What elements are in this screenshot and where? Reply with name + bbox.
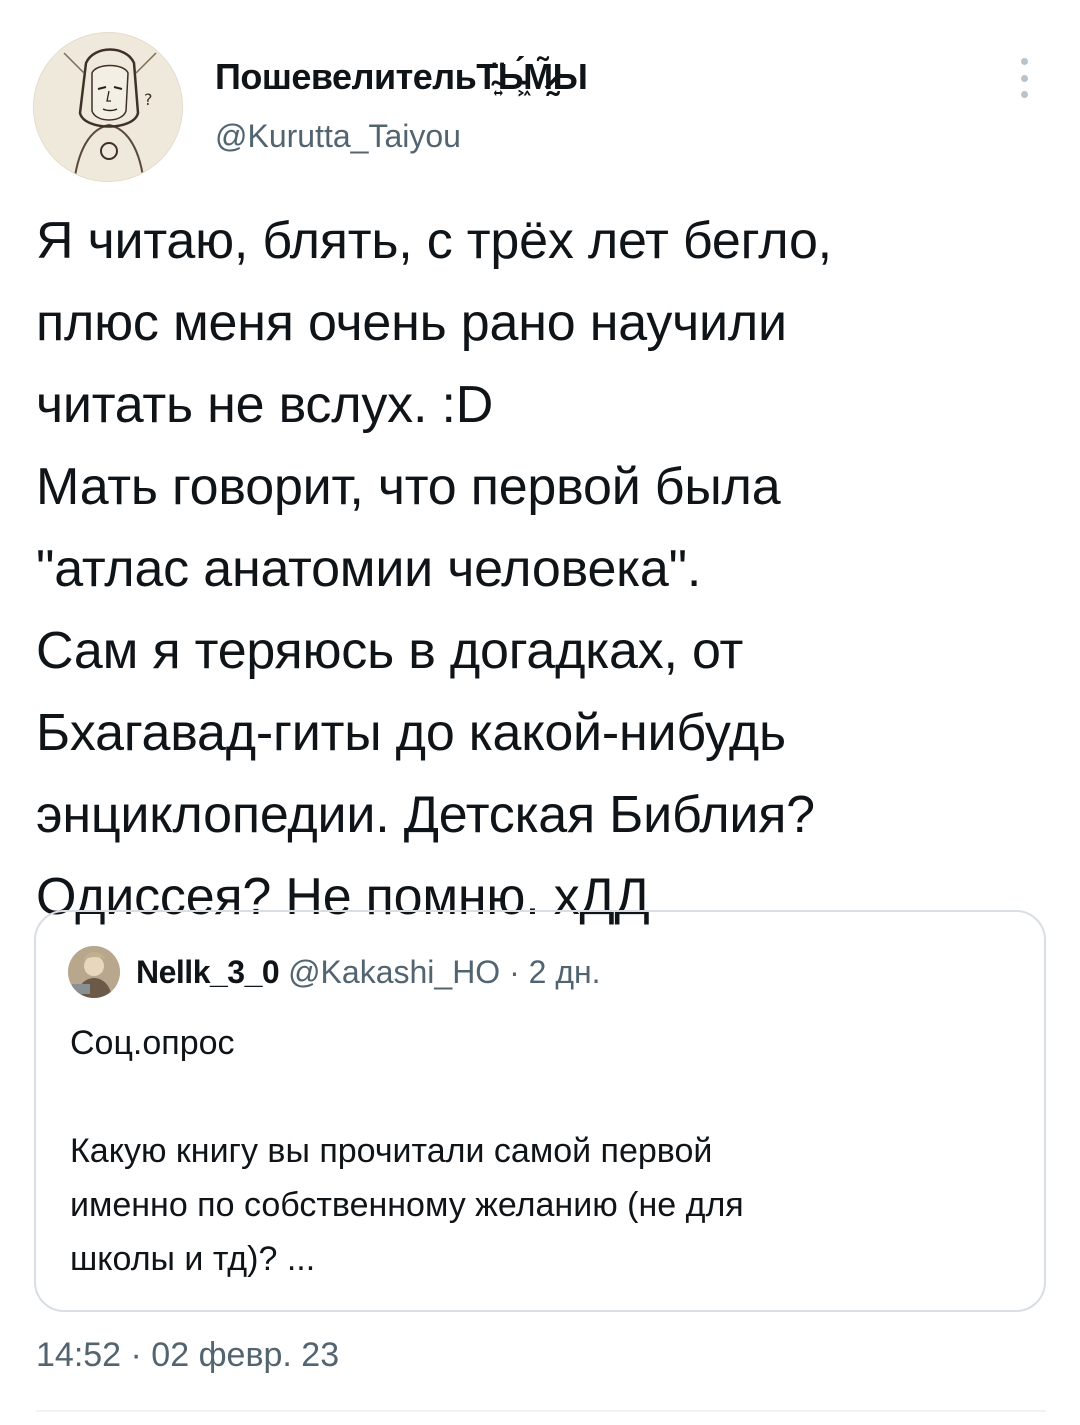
dot-icon bbox=[1020, 74, 1028, 82]
dot-icon bbox=[1020, 91, 1028, 98]
tweet-timestamp[interactable]: 14:52 · 02 февр. 23 bbox=[36, 1336, 339, 1375]
divider bbox=[36, 1410, 1046, 1412]
svg-text:?: ? bbox=[144, 90, 153, 109]
author-name[interactable]: ПошевелительТ̴͍̈Ь̵͖́М̷̰̃Ы bbox=[215, 56, 588, 98]
more-vertical-icon[interactable] bbox=[1012, 58, 1036, 98]
dot-icon bbox=[1020, 58, 1028, 65]
quoted-tweet[interactable]: Nellk_3_0 @Kakashi_HO · 2 дн. Соц.опрос … bbox=[34, 910, 1046, 1312]
author-handle[interactable]: @Kurutta_Taiyou bbox=[215, 118, 461, 155]
tweet: ? ПошевелительТ̴͍̈Ь̵͖́М̷̰̃Ы @Kurutta_Tai… bbox=[0, 0, 1080, 1425]
avatar-icon bbox=[68, 946, 120, 998]
quoted-author-handle[interactable]: @Kakashi_HO bbox=[288, 954, 500, 990]
author-avatar[interactable]: ? bbox=[33, 32, 183, 182]
quoted-author-avatar[interactable] bbox=[68, 946, 120, 998]
avatar-icon: ? bbox=[34, 33, 182, 181]
quoted-text: Соц.опрос Какую книгу вы прочитали самой… bbox=[70, 1024, 744, 1278]
tweet-text: Я читаю, блять, с трёх лет бегло, плюс м… bbox=[36, 212, 832, 926]
quoted-header: Nellk_3_0 @Kakashi_HO · 2 дн. bbox=[136, 952, 601, 992]
quoted-author-name[interactable]: Nellk_3_0 bbox=[136, 954, 280, 990]
quoted-time: · 2 дн. bbox=[500, 954, 601, 990]
